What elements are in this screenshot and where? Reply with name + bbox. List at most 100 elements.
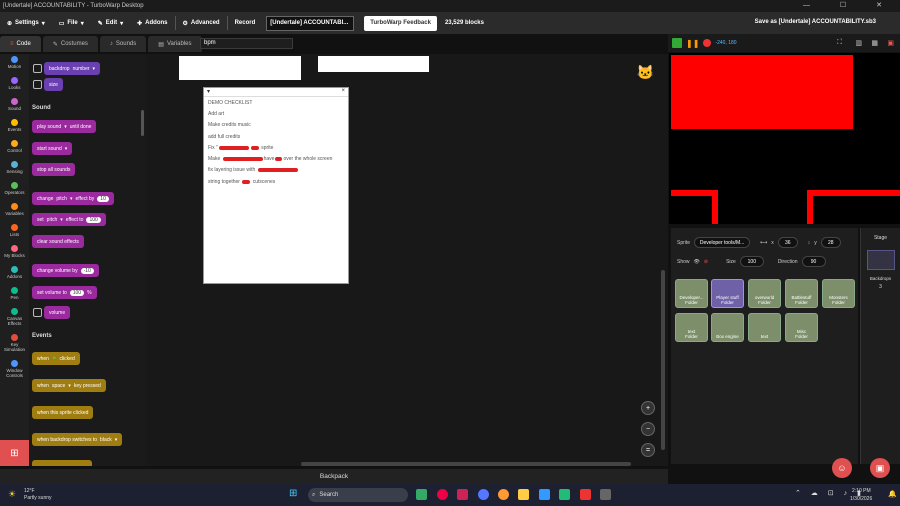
set-volume-block[interactable]: set volume to 100%	[32, 286, 97, 299]
sprite-tile-text[interactable]: text	[748, 313, 781, 342]
backdrop-number-block[interactable]: backdrop number ▾	[44, 62, 101, 75]
clock-date[interactable]: 1/30/2026	[850, 496, 872, 502]
category-lists[interactable]: Lists	[0, 222, 29, 243]
app-icon[interactable]	[580, 489, 591, 500]
block-input[interactable]: 100	[69, 289, 85, 296]
app-icon[interactable]	[559, 489, 570, 500]
edit-menu[interactable]: ✎ Edit ▾	[91, 12, 130, 34]
x-input[interactable]: 36	[777, 237, 798, 248]
file-menu[interactable]: ▭ File ▾	[52, 12, 91, 34]
feedback-button[interactable]: TurboWarp Feedback	[364, 15, 437, 31]
zoom-in-button[interactable]: +	[641, 401, 655, 415]
comment-box[interactable]	[318, 56, 429, 72]
addons-menu[interactable]: ✚ Addons	[130, 12, 174, 34]
notification-icon[interactable]: 🔔	[888, 490, 897, 498]
sprite-tile-misc[interactable]: Misc Folder	[785, 313, 818, 342]
category-control[interactable]: Control	[0, 138, 29, 159]
zoom-out-button[interactable]: −	[641, 422, 655, 436]
pause-button[interactable]: ❚❚	[686, 39, 699, 48]
y-input[interactable]: 28	[820, 237, 841, 248]
taskbar-search[interactable]: ⌕ Search	[308, 488, 408, 502]
workspace-scrollbar-vertical[interactable]	[661, 270, 665, 450]
comment-box[interactable]	[179, 56, 301, 80]
close-icon[interactable]: ×	[341, 88, 345, 96]
volume-block[interactable]: volume	[44, 306, 71, 319]
block-input[interactable]: -10	[80, 267, 94, 274]
green-flag-button[interactable]	[672, 38, 682, 48]
clock-time[interactable]: 2:10 PM	[852, 488, 871, 494]
change-effect-block[interactable]: change pitch ▾ effect by 10	[32, 192, 114, 205]
when-key-pressed-block[interactable]: when space ▾ key pressed	[32, 379, 106, 392]
zoom-reset-button[interactable]: =	[641, 443, 655, 457]
tab-variables[interactable]: ▤ Variables	[148, 36, 202, 52]
checklist-comment[interactable]: ▾ × DEMO CHECKLIST Add art Make credits m…	[203, 87, 349, 284]
size-input[interactable]: 100	[739, 256, 764, 267]
add-extension-button[interactable]: ⊞	[0, 440, 29, 466]
category-window-controls[interactable]: Window Controls	[0, 358, 29, 384]
sprite-tile-developer[interactable]: Developer... Folder	[675, 279, 708, 308]
app-icon[interactable]	[600, 489, 611, 500]
folder-icon[interactable]	[518, 489, 529, 500]
checkbox[interactable]	[33, 80, 42, 89]
backpack[interactable]: Backpack	[0, 469, 668, 484]
category-motion[interactable]: Motion	[0, 54, 29, 75]
sprite-tile-monsters[interactable]: Monsters Folder	[822, 279, 855, 308]
workspace-scrollbar-horizontal[interactable]	[301, 462, 631, 466]
eye-hidden-icon[interactable]: ⊘	[704, 259, 708, 265]
block-input[interactable]: 100	[86, 216, 101, 223]
category-canvas-effects[interactable]: Canvas Effects	[0, 306, 29, 332]
small-stage-icon[interactable]: ▥	[855, 39, 862, 47]
play-sound-block[interactable]: play sound ▾ until done	[32, 120, 97, 133]
change-volume-block[interactable]: change volume by -10	[32, 264, 99, 277]
code-workspace[interactable]: 🐱 ▾ × DEMO CHECKLIST Add art Make credits…	[146, 54, 668, 466]
clear-sound-effects-block[interactable]: clear sound effects	[32, 235, 84, 248]
category-events[interactable]: Events	[0, 117, 29, 138]
category-key-simulation[interactable]: Key Simulation	[0, 332, 29, 358]
record-button[interactable]: Record	[228, 12, 263, 34]
stop-button[interactable]	[703, 39, 712, 47]
app-icon[interactable]	[539, 489, 550, 500]
stage-selector[interactable]: Stage Backdrops 3	[860, 228, 900, 464]
large-stage-icon[interactable]: ▦	[871, 39, 878, 47]
app-icon[interactable]	[498, 489, 509, 500]
category-sensing[interactable]: Sensing	[0, 159, 29, 180]
opera-icon[interactable]	[437, 489, 448, 500]
discord-icon[interactable]	[478, 489, 489, 500]
eye-icon[interactable]: 👁	[694, 259, 700, 265]
stop-all-sounds-block[interactable]: stop all sounds	[32, 163, 76, 176]
when-sprite-clicked-block[interactable]: when this sprite clicked	[32, 406, 94, 419]
collapse-icon[interactable]: ▾	[207, 88, 210, 96]
category-looks[interactable]: Looks	[0, 75, 29, 96]
when-flag-clicked-block[interactable]: when ⚑ clicked	[32, 352, 80, 365]
search-input[interactable]: bpm	[200, 38, 293, 49]
sprite-name-input[interactable]: Developer tools/M...	[694, 237, 751, 248]
category-operators[interactable]: Operators	[0, 180, 29, 201]
settings-menu[interactable]: ⊕ Settings ▾	[0, 12, 52, 34]
comment-header[interactable]: ▾ ×	[204, 88, 348, 97]
tab-code[interactable]: ≡ Code	[0, 36, 41, 52]
advanced-menu[interactable]: ⚙ Advanced	[176, 12, 227, 34]
category-variables[interactable]: Variables	[0, 201, 29, 222]
category-my-blocks[interactable]: My Blocks	[0, 243, 29, 264]
stage-mode-icon[interactable]: ▣	[887, 39, 894, 47]
size-block[interactable]: size	[44, 78, 63, 91]
sprite-tile-text-folder[interactable]: text Folder	[675, 313, 708, 342]
sprite-tile-overworld[interactable]: overworld Folder	[748, 279, 781, 308]
save-as-label[interactable]: Save as [Undertale] ACCOUNTABILITY.sb3	[755, 19, 876, 25]
category-sound[interactable]: Sound	[0, 96, 29, 117]
checkbox[interactable]	[33, 308, 42, 317]
choose-sprite-button[interactable]: ☺	[832, 458, 852, 478]
choose-backdrop-button[interactable]: ▣	[870, 458, 890, 478]
category-pen[interactable]: Pen	[0, 285, 29, 306]
category-addons[interactable]: Addons	[0, 264, 29, 285]
sprite-tile-player-stuff[interactable]: Player stuff Folder	[711, 279, 744, 308]
tab-costumes[interactable]: ✎ Costumes	[42, 36, 98, 52]
block-input[interactable]: 10	[97, 195, 109, 202]
project-title-input[interactable]: [Undertale] ACCOUNTABI...	[266, 15, 355, 31]
app-icon[interactable]	[457, 489, 468, 500]
fullscreen-icon[interactable]: ⛶	[837, 39, 842, 47]
checkbox[interactable]	[33, 64, 42, 73]
when-backdrop-switches-block[interactable]: when backdrop switches to black ▾	[32, 433, 123, 446]
sprite-tile-battlestuff[interactable]: Battlestuff Folder	[785, 279, 818, 308]
palette-scrollbar[interactable]	[141, 110, 144, 136]
